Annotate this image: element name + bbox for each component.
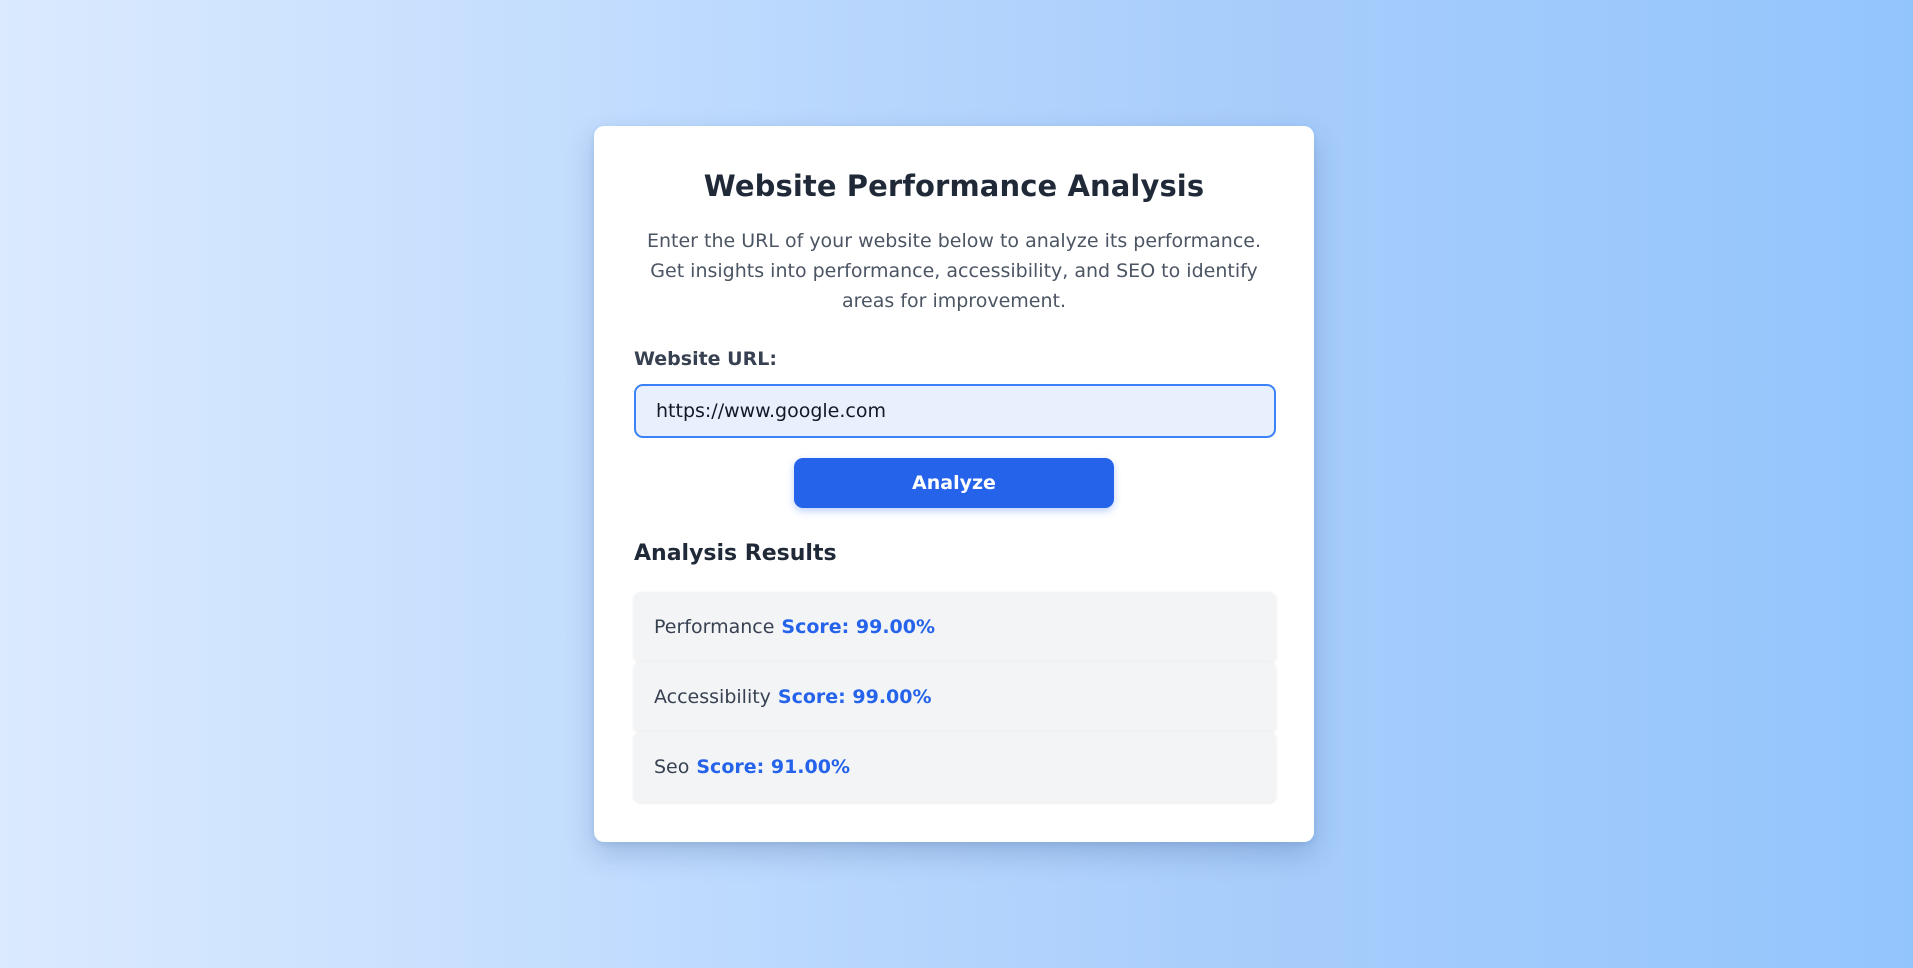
results-heading: Analysis Results: [634, 541, 837, 566]
result-item-performance: Performance Score: 99.00%: [634, 592, 1276, 662]
result-score: Score: 91.00%: [696, 756, 850, 778]
analyze-button[interactable]: Analyze: [794, 458, 1114, 508]
result-item-seo: Seo Score: 91.00%: [634, 732, 1276, 802]
url-field-label: Website URL:: [634, 348, 777, 370]
url-input[interactable]: [634, 384, 1276, 438]
result-label: Seo: [654, 756, 690, 778]
page-description: Enter the URL of your website below to a…: [646, 230, 1262, 312]
page-title: Website Performance Analysis: [703, 169, 1205, 203]
result-label: Accessibility: [654, 686, 771, 708]
result-label: Performance: [654, 616, 775, 638]
analysis-card: Website Performance Analysis Enter the U…: [594, 126, 1314, 842]
results-list: Performance Score: 99.00% Accessibility …: [634, 592, 1276, 802]
result-item-accessibility: Accessibility Score: 99.00%: [634, 662, 1276, 732]
result-score: Score: 99.00%: [781, 616, 936, 638]
result-score: Score: 99.00%: [777, 686, 932, 708]
